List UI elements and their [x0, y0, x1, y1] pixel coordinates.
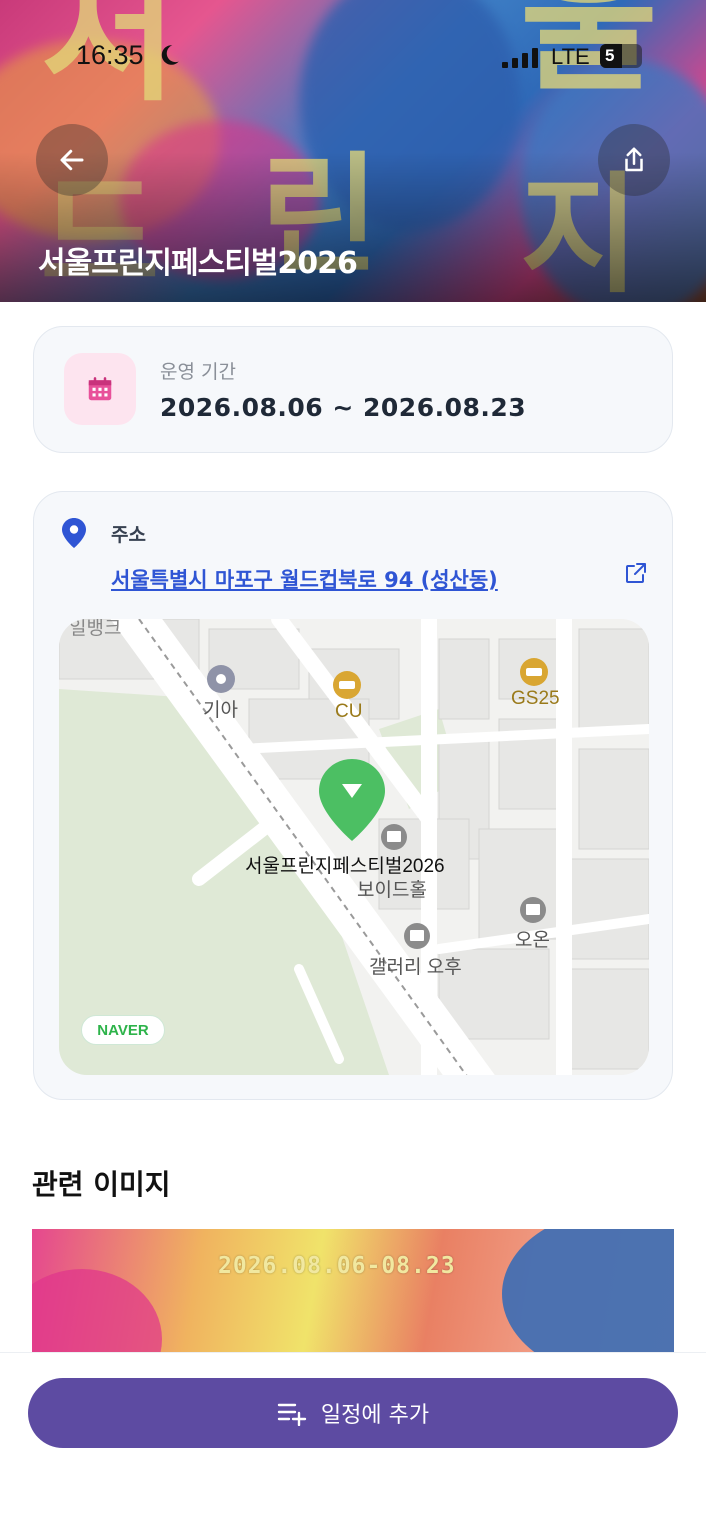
signal-icon: [502, 48, 538, 68]
poi-icon: [520, 658, 548, 686]
related-image-date: 2026.08.06-08.23: [218, 1253, 456, 1279]
poi-label: GS25: [511, 688, 560, 709]
related-images-title: 관련 이미지: [32, 1168, 171, 1201]
status-bar: 16:35 LTE 5: [0, 38, 706, 78]
poi-label: 보이드홀: [357, 880, 427, 901]
poi-icon: [381, 824, 407, 850]
poi-label: 갤러리 오후: [369, 957, 462, 978]
poi-label: 오온: [515, 930, 550, 951]
share-icon: [625, 147, 643, 172]
map-canvas: [59, 619, 649, 1075]
map-view[interactable]: 일뱅크 기아 CU GS25 서울프린지페스티벌2026 보이드홀 오온 갤러리…: [59, 619, 649, 1075]
calendar-icon-box: [64, 353, 136, 425]
bottom-action-bar: 일정에 추가: [0, 1352, 706, 1536]
poi-label: CU: [335, 701, 363, 722]
external-link-icon[interactable]: [624, 561, 648, 585]
location-pin-icon: [62, 518, 86, 548]
battery-level: 5: [605, 46, 615, 65]
period-card: 운영 기간 2026.08.06 ~ 2026.08.23: [33, 326, 673, 453]
add-to-schedule-button[interactable]: 일정에 추가: [28, 1378, 678, 1448]
poi-icon: [207, 665, 235, 693]
add-to-schedule-label: 일정에 추가: [320, 1403, 430, 1428]
related-image[interactable]: 2026.08.06-08.23: [32, 1229, 674, 1359]
status-time: 16:35: [76, 40, 144, 70]
poi-icon: [520, 897, 546, 923]
address-label: 주소: [111, 524, 146, 546]
poi-icon: [404, 923, 430, 949]
period-label: 운영 기간: [160, 361, 236, 383]
map-provider-badge[interactable]: NAVER: [81, 1015, 165, 1045]
map-marker-label: 서울프린지페스티벌2026: [245, 856, 445, 877]
page-title: 서울프린지페스티벌2026: [38, 246, 358, 281]
poi-label: 기아: [203, 700, 238, 721]
map-marker-icon: [319, 759, 385, 841]
map-edge-label: 일뱅크: [69, 619, 122, 639]
back-arrow-icon: [60, 149, 84, 171]
network-label: LTE: [551, 44, 590, 69]
calendar-icon: [88, 377, 112, 401]
battery-icon: 5: [600, 44, 642, 68]
address-card: 주소 서울특별시 마포구 월드컵북로 94 (성산동) 일뱅크 기아 CU GS…: [33, 491, 673, 1100]
hero-banner: 처 울 드 린 지 16:35 LTE 5 서울프린지페스티벌2026: [0, 0, 706, 302]
period-value: 2026.08.06 ~ 2026.08.23: [160, 393, 527, 422]
share-button[interactable]: [598, 124, 670, 196]
image-blob: [502, 1229, 674, 1359]
image-blob: [32, 1269, 162, 1359]
poi-icon: [333, 671, 361, 699]
back-button[interactable]: [36, 124, 108, 196]
playlist-add-icon: [277, 1403, 307, 1426]
moon-icon: [161, 45, 179, 65]
address-link[interactable]: 서울특별시 마포구 월드컵북로 94 (성산동): [111, 564, 498, 594]
